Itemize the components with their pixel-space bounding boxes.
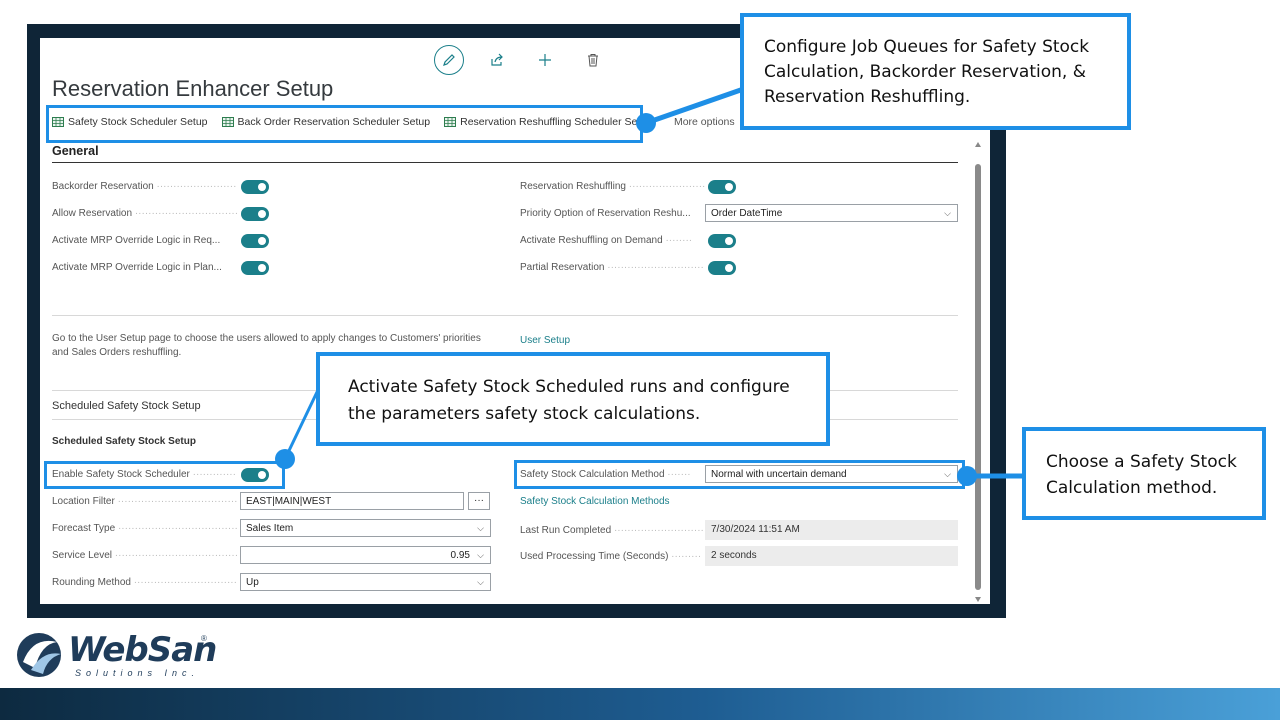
logo-tagline: Solutions Inc. (75, 668, 200, 678)
callout-anchor-dot (636, 113, 656, 133)
calc-method-callout: Choose a Safety Stock Calculation method… (1022, 427, 1266, 520)
callout-anchor-dot (275, 449, 295, 469)
callout-anchor-dot (957, 466, 977, 486)
registered-mark: ® (201, 634, 207, 643)
websan-swirl-icon (17, 633, 61, 677)
job-queues-callout: Configure Job Queues for Safety Stock Ca… (740, 13, 1131, 130)
websan-logo: WebSan ® Solutions Inc. (13, 630, 217, 680)
bottom-banner (0, 688, 1280, 720)
activate-scheduled-callout: Activate Safety Stock Scheduled runs and… (316, 352, 830, 446)
logo-wordmark: WebSan (68, 630, 217, 670)
